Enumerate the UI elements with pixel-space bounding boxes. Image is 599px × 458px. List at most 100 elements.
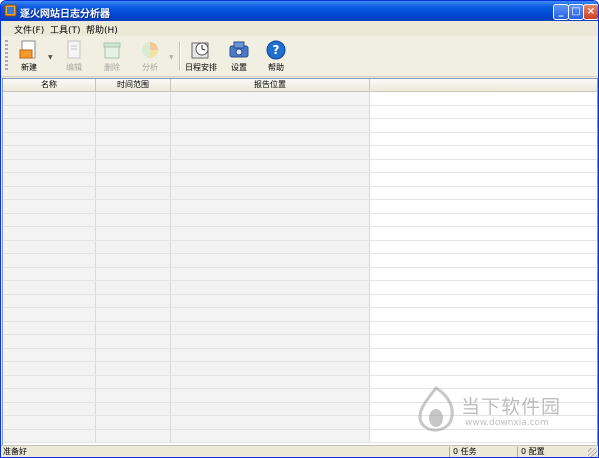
table-cell [3, 186, 96, 199]
help-icon: ? [266, 40, 286, 60]
table-row[interactable] [3, 227, 597, 241]
toolbar-separator [179, 41, 181, 71]
menu-tools[interactable]: 工具(T) [50, 23, 81, 36]
status-configs: 0 配置 [517, 447, 585, 457]
resize-grip-icon[interactable] [588, 448, 597, 457]
table-cell [171, 308, 370, 321]
table-row[interactable] [3, 173, 597, 187]
column-header-name[interactable]: 名称 [3, 79, 96, 91]
table-cell [3, 92, 96, 105]
table-cell [171, 227, 370, 240]
table-cell [171, 119, 370, 132]
table-row[interactable] [3, 335, 597, 349]
table-row[interactable] [3, 146, 597, 160]
table-row[interactable] [3, 200, 597, 214]
table-cell [171, 132, 370, 145]
table-cell [171, 375, 370, 388]
new-dropdown-arrow-icon[interactable]: ▼ [48, 54, 53, 61]
maximize-button[interactable]: □ [568, 4, 584, 20]
table-row[interactable] [3, 132, 597, 146]
analyze-dropdown-arrow-icon[interactable]: ▼ [169, 54, 174, 61]
new-button-label: 新建 [21, 63, 37, 72]
watermark: 当下软件园 www.downxia.com [413, 386, 593, 446]
help-button[interactable]: ? 帮助 [258, 40, 294, 74]
menu-file[interactable]: 文件(F) [14, 23, 44, 36]
table-cell [96, 281, 171, 294]
table-cell [370, 227, 597, 240]
table-cell [96, 159, 171, 172]
table-cell [96, 173, 171, 186]
table-cell [96, 119, 171, 132]
minimize-button[interactable]: _ [553, 4, 569, 20]
table-row[interactable] [3, 92, 597, 106]
table-cell [370, 186, 597, 199]
table-cell [96, 416, 171, 429]
column-header-report-location[interactable]: 报告位置 [171, 79, 370, 91]
table-row[interactable] [3, 240, 597, 254]
table-cell [171, 254, 370, 267]
table-cell [171, 348, 370, 361]
toolbar-grip-icon[interactable] [5, 40, 8, 72]
table-cell [370, 146, 597, 159]
table-cell [96, 362, 171, 375]
table-cell [3, 200, 96, 213]
table-cell [370, 308, 597, 321]
delete-button-label: 删除 [104, 63, 120, 72]
edit-button-label: 编辑 [66, 63, 82, 72]
table-cell [370, 119, 597, 132]
status-tasks: 0 任务 [449, 447, 517, 457]
new-button[interactable]: 新建 [11, 40, 47, 74]
edit-document-icon [67, 40, 81, 59]
table-row[interactable] [3, 119, 597, 133]
table-cell [96, 132, 171, 145]
column-header-time-range[interactable]: 时间范围 [96, 79, 171, 91]
status-bar: 准备好 0 任务 0 配置 [1, 445, 598, 457]
table-cell [171, 294, 370, 307]
table-cell [171, 362, 370, 375]
table-header: 名称 时间范围 报告位置 [3, 79, 597, 92]
watermark-url: www.downxia.com [465, 418, 549, 428]
table-cell [370, 132, 597, 145]
new-document-icon [19, 40, 36, 59]
title-bar[interactable]: 逐火网站日志分析器 _ □ × [1, 1, 598, 21]
table-row[interactable] [3, 105, 597, 119]
analyze-button[interactable]: 分析 [132, 40, 168, 74]
table-cell [96, 92, 171, 105]
close-button[interactable]: × [583, 4, 598, 20]
schedule-button[interactable]: 日程安排 [184, 40, 218, 74]
table-cell [370, 321, 597, 334]
table-cell [96, 294, 171, 307]
table-cell [96, 200, 171, 213]
table-row[interactable] [3, 348, 597, 362]
table-row[interactable] [3, 267, 597, 281]
table-row[interactable] [3, 213, 597, 227]
table-cell [370, 267, 597, 280]
table-cell [96, 375, 171, 388]
table-row[interactable] [3, 362, 597, 376]
table-cell [3, 416, 96, 429]
table-row[interactable] [3, 308, 597, 322]
table-cell [370, 240, 597, 253]
table-cell [3, 402, 96, 415]
table-row[interactable] [3, 281, 597, 295]
table-row[interactable] [3, 294, 597, 308]
table-row[interactable] [3, 254, 597, 268]
settings-button[interactable]: 设置 [221, 40, 257, 74]
table-cell [171, 389, 370, 402]
table-cell [370, 105, 597, 118]
table-row[interactable] [3, 321, 597, 335]
table-cell [370, 335, 597, 348]
table-cell [96, 402, 171, 415]
table-row[interactable] [3, 186, 597, 200]
table-cell [3, 105, 96, 118]
app-icon [4, 4, 17, 17]
delete-button[interactable]: 删除 [94, 40, 130, 74]
table-cell [171, 267, 370, 280]
table-row[interactable] [3, 159, 597, 173]
edit-button[interactable]: 编辑 [56, 40, 92, 74]
table-cell [171, 186, 370, 199]
menu-help[interactable]: 帮助(H) [86, 23, 118, 36]
table-cell [96, 254, 171, 267]
table-cell [171, 200, 370, 213]
help-button-label: 帮助 [268, 63, 284, 72]
